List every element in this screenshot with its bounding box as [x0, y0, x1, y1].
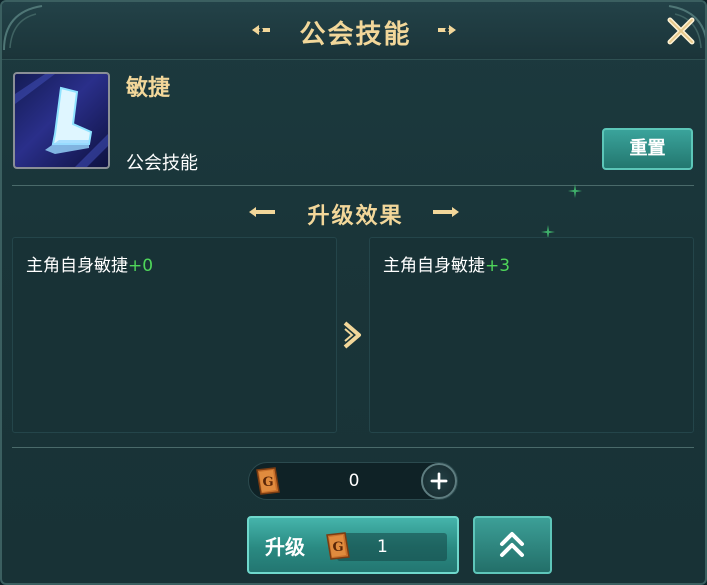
upgrade-cost: G 1: [326, 532, 447, 561]
next-effect-line: 主角自身敏捷+3: [383, 251, 510, 276]
current-effect-box: 主角自身敏捷+0: [12, 237, 337, 433]
divider-top: [12, 185, 694, 186]
upgrade-cost-value: 1: [377, 537, 388, 557]
current-effect-value: +0: [128, 256, 154, 276]
svg-text:G: G: [262, 475, 273, 490]
title-ornament-right-icon: [438, 25, 456, 35]
title-bar: 公会技能: [2, 2, 705, 60]
resource-amount: 0: [348, 471, 360, 491]
next-effect-box: 主角自身敏捷+3: [369, 237, 694, 433]
double-chevron-up-icon: [500, 532, 524, 557]
divider-bottom: [12, 447, 694, 448]
plus-icon[interactable]: [421, 463, 457, 499]
section-ornament-right-icon: [433, 207, 459, 217]
skill-name: 敏捷: [126, 76, 171, 101]
boot-icon: [15, 74, 108, 167]
window-title: 公会技能: [299, 20, 412, 50]
current-effect-stat: 主角自身敏捷: [26, 256, 128, 276]
upgrade-label: 升级: [265, 535, 305, 559]
next-effect-stat: 主角自身敏捷: [383, 256, 485, 276]
guild-skill-panel: 公会技能 敏捷 公会技能 重置 升级效果 主角自身敏捷+0 主角自身敏捷+3 G…: [0, 0, 707, 585]
next-effect-value: +3: [485, 256, 511, 276]
guild-book-icon: G: [256, 467, 280, 495]
skill-icon: [13, 72, 110, 169]
reset-button[interactable]: 重置: [602, 128, 693, 170]
svg-text:G: G: [332, 540, 343, 555]
upgrade-effect-title: 升级效果: [307, 204, 404, 229]
current-effect-line: 主角自身敏捷+0: [26, 251, 153, 276]
upgrade-button[interactable]: 升级 G 1: [247, 516, 459, 574]
skill-type: 公会技能: [126, 153, 198, 174]
close-icon[interactable]: [664, 14, 698, 48]
max-upgrade-button[interactable]: [473, 516, 552, 574]
sparkle-icon: [568, 184, 582, 198]
guild-book-icon: G: [326, 532, 350, 560]
chevron-right-icon: [343, 321, 361, 349]
